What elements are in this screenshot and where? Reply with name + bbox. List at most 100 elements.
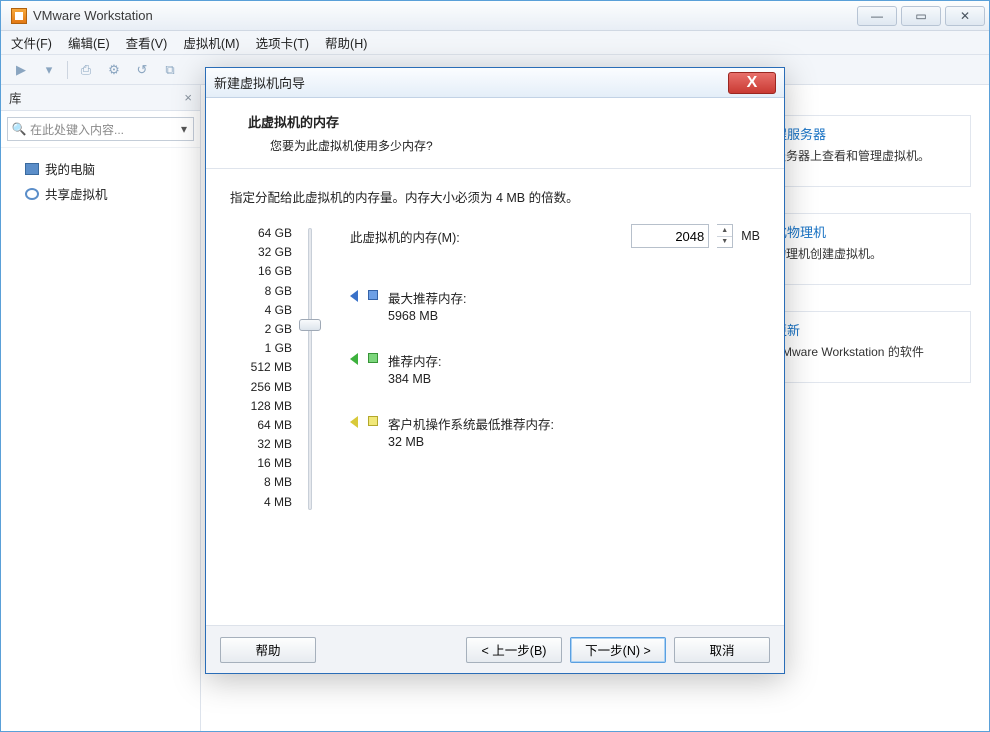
sidebar-item-label: 我的电脑 — [45, 159, 95, 178]
memory-tick-label: 8 MB — [230, 473, 292, 492]
memory-row: 64 GB32 GB16 GB8 GB4 GB2 GB1 GB512 MB256… — [230, 224, 760, 514]
maximize-button[interactable]: ▭ — [901, 6, 941, 26]
close-button[interactable]: ✕ — [945, 6, 985, 26]
sidebar-item-label: 共享虚拟机 — [45, 184, 108, 203]
min-recommended-label: 客户机操作系统最低推荐内存: — [388, 414, 554, 433]
minimize-button[interactable]: — — [857, 6, 897, 26]
power-on-icon[interactable]: ▶ — [11, 60, 31, 80]
sidebar-close-icon[interactable]: × — [184, 90, 192, 105]
sidebar-tree: 我的电脑 共享虚拟机 — [1, 148, 200, 214]
sidebar-item-my-computer[interactable]: 我的电脑 — [7, 156, 194, 181]
slider-track — [308, 228, 312, 510]
sidebar: 库 × 🔍 在此处键入内容... ▾ 我的电脑 共享虚拟机 — [1, 85, 201, 731]
computer-icon — [25, 163, 39, 175]
dialog-title: 新建虚拟机向导 — [214, 73, 305, 92]
dialog-header: 此虚拟机的内存 您要为此虚拟机使用多少内存? — [206, 98, 784, 169]
card-software-update[interactable]: 更新 VMware Workstation 的软件 — [761, 311, 971, 383]
app-title: VMware Workstation — [33, 8, 153, 23]
card-virtualize-physical[interactable]: 化物理机 物理机创建虚拟机。 — [761, 213, 971, 285]
memory-tick-label: 16 MB — [230, 454, 292, 473]
menu-edit[interactable]: 编辑(E) — [68, 33, 110, 52]
menu-help[interactable]: 帮助(H) — [325, 33, 367, 52]
memory-intro: 指定分配给此虚拟机的内存量。内存大小必须为 4 MB 的倍数。 — [230, 187, 760, 206]
settings-icon[interactable]: ⚙ — [104, 60, 124, 80]
memory-tick-label: 128 MB — [230, 397, 292, 416]
help-button[interactable]: 帮助 — [220, 637, 316, 663]
square-yellow-icon — [368, 416, 378, 426]
memory-input[interactable] — [631, 224, 709, 248]
card-title: 程服务器 — [774, 124, 958, 143]
sidebar-header: 库 × — [1, 85, 200, 111]
menu-tabs[interactable]: 选项卡(T) — [256, 33, 309, 52]
memory-spinner[interactable]: ▲ ▼ — [717, 224, 733, 248]
min-recommended-value: 32 MB — [388, 435, 554, 449]
search-input[interactable]: 🔍 在此处键入内容... ▾ — [7, 117, 194, 141]
new-vm-wizard-dialog: 新建虚拟机向导 X 此虚拟机的内存 您要为此虚拟机使用多少内存? 指定分配给此虚… — [205, 67, 785, 674]
recommended-value: 384 MB — [388, 372, 441, 386]
snapshot-icon[interactable]: ⎙ — [76, 60, 96, 80]
next-button[interactable]: 下一步(N) > — [570, 637, 666, 663]
memory-tick-label: 4 MB — [230, 493, 292, 512]
memory-tick-labels: 64 GB32 GB16 GB8 GB4 GB2 GB1 GB512 MB256… — [230, 224, 292, 512]
recommended-label: 推荐内存: — [388, 351, 441, 370]
dialog-close-button[interactable]: X — [728, 72, 776, 94]
max-recommended-block: 最大推荐内存: 5968 MB — [350, 288, 760, 323]
window-controls: — ▭ ✕ — [853, 6, 985, 26]
max-recommended-label: 最大推荐内存: — [388, 288, 466, 307]
dialog-heading: 此虚拟机的内存 — [248, 112, 762, 131]
memory-tick-label: 64 GB — [230, 224, 292, 243]
dropdown-icon[interactable]: ▾ — [39, 60, 59, 80]
search-icon: 🔍 — [8, 122, 30, 136]
spinner-up-icon[interactable]: ▲ — [717, 225, 732, 237]
card-remote-server[interactable]: 程服务器 服务器上查看和管理虚拟机。 — [761, 115, 971, 187]
memory-tick-label: 1 GB — [230, 339, 292, 358]
app-icon — [11, 8, 27, 24]
sidebar-item-shared-vms[interactable]: 共享虚拟机 — [7, 181, 194, 206]
memory-input-row: 此虚拟机的内存(M): ▲ ▼ MB — [350, 224, 760, 248]
titlebar: VMware Workstation — ▭ ✕ — [1, 1, 989, 31]
marker-green-icon — [350, 353, 358, 365]
card-desc: 物理机创建虚拟机。 — [774, 245, 958, 262]
card-desc: 服务器上查看和管理虚拟机。 — [774, 147, 958, 164]
menu-bar: 文件(F) 编辑(E) 查看(V) 虚拟机(M) 选项卡(T) 帮助(H) — [1, 31, 989, 55]
memory-unit: MB — [741, 229, 760, 243]
slider-thumb[interactable] — [299, 319, 321, 331]
memory-tick-label: 4 GB — [230, 301, 292, 320]
dialog-footer: 帮助 < 上一步(B) 下一步(N) > 取消 — [206, 625, 784, 673]
menu-file[interactable]: 文件(F) — [11, 33, 52, 52]
memory-tick-label: 32 GB — [230, 243, 292, 262]
search-dropdown-icon[interactable]: ▾ — [175, 122, 193, 136]
memory-tick-label: 16 GB — [230, 262, 292, 281]
memory-tick-label: 64 MB — [230, 416, 292, 435]
memory-tick-label: 256 MB — [230, 378, 292, 397]
back-button[interactable]: < 上一步(B) — [466, 637, 562, 663]
recommended-block: 推荐内存: 384 MB — [350, 351, 760, 386]
menu-view[interactable]: 查看(V) — [126, 33, 168, 52]
sidebar-search-row: 🔍 在此处键入内容... ▾ — [1, 111, 200, 148]
search-placeholder: 在此处键入内容... — [30, 121, 175, 138]
card-title: 更新 — [774, 320, 958, 339]
revert-icon[interactable]: ↺ — [132, 60, 152, 80]
square-blue-icon — [368, 290, 378, 300]
memory-tick-label: 512 MB — [230, 358, 292, 377]
dialog-titlebar: 新建虚拟机向导 X — [206, 68, 784, 98]
cancel-button[interactable]: 取消 — [674, 637, 770, 663]
toolbar-sep — [67, 61, 68, 79]
spinner-down-icon[interactable]: ▼ — [717, 237, 732, 248]
card-desc: VMware Workstation 的软件 — [774, 343, 958, 360]
memory-tick-label: 2 GB — [230, 320, 292, 339]
menu-vm[interactable]: 虚拟机(M) — [183, 33, 239, 52]
manage-icon[interactable]: ⧉ — [160, 60, 180, 80]
dialog-body: 指定分配给此虚拟机的内存量。内存大小必须为 4 MB 的倍数。 64 GB32 … — [206, 169, 784, 514]
sidebar-title: 库 — [9, 88, 22, 107]
share-icon — [25, 188, 39, 200]
marker-yellow-icon — [350, 416, 358, 428]
memory-tick-label: 8 GB — [230, 282, 292, 301]
memory-label: 此虚拟机的内存(M): — [350, 227, 460, 246]
square-green-icon — [368, 353, 378, 363]
memory-tick-label: 32 MB — [230, 435, 292, 454]
marker-blue-icon — [350, 290, 358, 302]
card-title: 化物理机 — [774, 222, 958, 241]
memory-info: 此虚拟机的内存(M): ▲ ▼ MB 最大推荐内存: 5968 MB — [326, 224, 760, 477]
memory-slider[interactable] — [296, 224, 326, 514]
